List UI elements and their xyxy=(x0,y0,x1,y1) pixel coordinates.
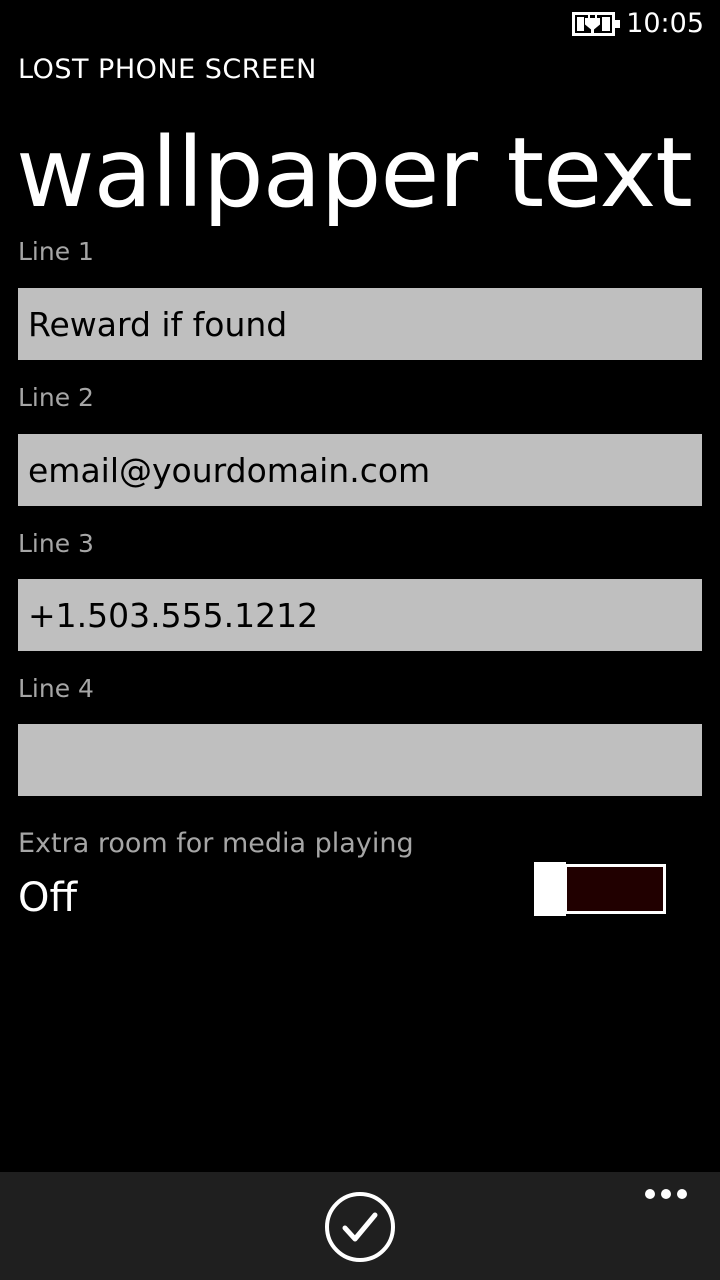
line-2-value: email@yourdomain.com xyxy=(28,450,431,490)
ellipsis-icon[interactable] xyxy=(636,1182,696,1212)
page-title: wallpaper text xyxy=(16,117,693,229)
media-room-state: Off xyxy=(18,875,78,921)
media-room-label: Extra room for media playing xyxy=(18,828,414,859)
line-1-label: Line 1 xyxy=(18,237,94,266)
toggle-track xyxy=(564,864,666,914)
line-3-value: +1.503.555.1212 xyxy=(28,595,319,635)
line-4-input[interactable] xyxy=(18,724,702,796)
toggle-thumb[interactable] xyxy=(534,862,566,916)
battery-charging-icon xyxy=(572,12,620,36)
status-clock: 10:05 xyxy=(626,8,704,39)
media-room-toggle[interactable] xyxy=(534,862,666,916)
status-bar: 10:05 xyxy=(0,0,720,48)
line-4-label: Line 4 xyxy=(18,674,94,703)
line-3-label: Line 3 xyxy=(18,529,94,558)
app-bar xyxy=(0,1172,720,1280)
line-3-input[interactable]: +1.503.555.1212 xyxy=(18,579,702,651)
check-circle-icon[interactable] xyxy=(324,1191,396,1263)
line-2-input[interactable]: email@yourdomain.com xyxy=(18,434,702,506)
line-1-value: Reward if found xyxy=(28,304,288,344)
line-1-input[interactable]: Reward if found xyxy=(18,288,702,360)
app-title: LOST PHONE SCREEN xyxy=(18,54,317,85)
line-2-label: Line 2 xyxy=(18,383,94,412)
